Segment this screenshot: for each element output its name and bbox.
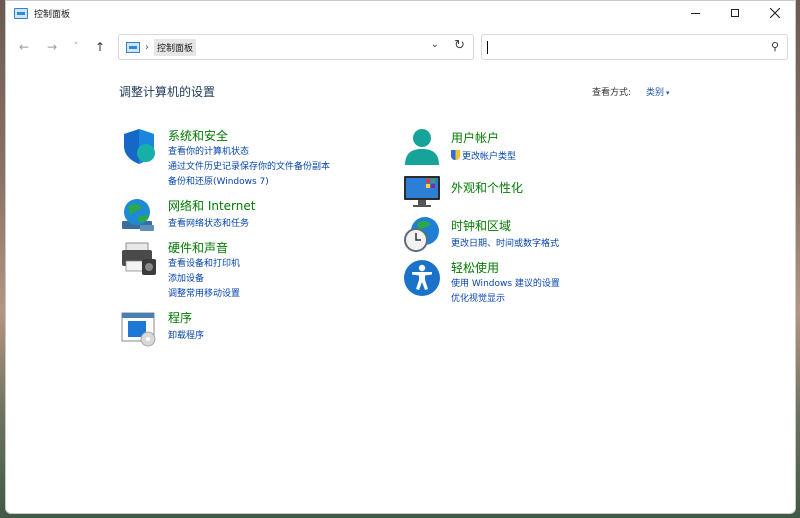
- chevron-down-icon[interactable]: ⌄: [431, 39, 439, 50]
- maximize-button[interactable]: [715, 1, 755, 25]
- link-windows-suggested-settings[interactable]: 使用 Windows 建议的设置: [451, 276, 560, 289]
- title-bar[interactable]: 控制面板: [6, 1, 795, 25]
- window-title: 控制面板: [34, 9, 71, 20]
- breadcrumb-separator[interactable]: ›: [145, 42, 149, 53]
- programs-icon[interactable]: [120, 309, 158, 347]
- link-mobility-settings[interactable]: 调整常用移动设置: [168, 286, 240, 299]
- address-bar[interactable]: › 控制面板 ⌄ ↻: [118, 34, 474, 60]
- link-uninstall-program[interactable]: 卸载程序: [168, 328, 204, 341]
- link-network-status[interactable]: 查看网络状态和任务: [168, 216, 249, 229]
- view-by-dropdown[interactable]: 类别 ▾: [646, 85, 670, 98]
- minimize-button[interactable]: [675, 1, 715, 25]
- view-by-label: 查看方式:: [592, 88, 632, 98]
- up-button[interactable]: ↑: [90, 37, 110, 57]
- view-by-value: 类别: [646, 88, 665, 98]
- printer-icon[interactable]: [120, 239, 158, 277]
- category-title-network[interactable]: 网络和 Internet: [168, 197, 255, 214]
- navigation-toolbar: ← → ˅ ↑ › 控制面板 ⌄ ↻ ⚲: [6, 31, 795, 61]
- category-title-programs[interactable]: 程序: [168, 309, 192, 326]
- link-backup-restore[interactable]: 备份和还原(Windows 7): [168, 174, 269, 187]
- control-panel-icon: [14, 7, 28, 19]
- category-title-clock-region[interactable]: 时钟和区域: [451, 217, 511, 234]
- back-button[interactable]: ←: [14, 37, 34, 57]
- dropdown-arrow-icon: ▾: [666, 89, 670, 97]
- link-change-date-time-format[interactable]: 更改日期、时间或数字格式: [451, 236, 559, 249]
- link-optimize-visual-display[interactable]: 优化视觉显示: [451, 291, 505, 304]
- link-file-history[interactable]: 通过文件历史记录保存你的文件备份副本: [168, 159, 330, 172]
- breadcrumb-control-panel[interactable]: 控制面板: [154, 38, 197, 56]
- maximize-icon: [731, 9, 739, 17]
- category-title-hardware-sound[interactable]: 硬件和声音: [168, 239, 228, 256]
- category-title-ease-of-access[interactable]: 轻松使用: [451, 259, 499, 276]
- link-devices-printers[interactable]: 查看设备和打印机: [168, 256, 240, 269]
- clock-globe-icon[interactable]: [403, 215, 441, 253]
- search-input[interactable]: ⚲: [481, 34, 788, 60]
- forward-button[interactable]: →: [42, 37, 62, 57]
- control-panel-window: 控制面板 ← → ˅ ↑ › 控制面板 ⌄ ↻ ⚲ 调整计算机的设置 查看方式:…: [5, 0, 796, 514]
- close-button[interactable]: [755, 1, 795, 25]
- text-caret: [487, 41, 488, 54]
- monitor-personalization-icon[interactable]: [403, 173, 441, 211]
- close-icon: [770, 8, 780, 18]
- page-title: 调整计算机的设置: [119, 85, 216, 99]
- globe-network-icon[interactable]: [120, 197, 158, 235]
- user-icon[interactable]: [403, 127, 441, 165]
- refresh-icon[interactable]: ↻: [454, 38, 465, 53]
- link-view-computer-status[interactable]: 查看你的计算机状态: [168, 144, 249, 157]
- recent-locations-button[interactable]: ˅: [66, 37, 86, 57]
- category-title-system-security[interactable]: 系统和安全: [168, 127, 228, 144]
- link-add-device[interactable]: 添加设备: [168, 271, 204, 284]
- window-controls: [675, 1, 795, 25]
- minimize-icon: [690, 12, 700, 14]
- control-panel-icon: [126, 41, 140, 53]
- accessibility-icon[interactable]: [403, 259, 441, 297]
- category-title-appearance[interactable]: 外观和个性化: [451, 179, 523, 196]
- link-change-account-type[interactable]: 更改帐户类型: [451, 149, 516, 162]
- category-title-user-accounts[interactable]: 用户帐户: [451, 129, 499, 146]
- uac-shield-icon: [451, 150, 460, 160]
- link-change-account-type-label: 更改帐户类型: [462, 152, 517, 162]
- search-icon[interactable]: ⚲: [771, 40, 779, 53]
- shield-icon[interactable]: [120, 127, 158, 165]
